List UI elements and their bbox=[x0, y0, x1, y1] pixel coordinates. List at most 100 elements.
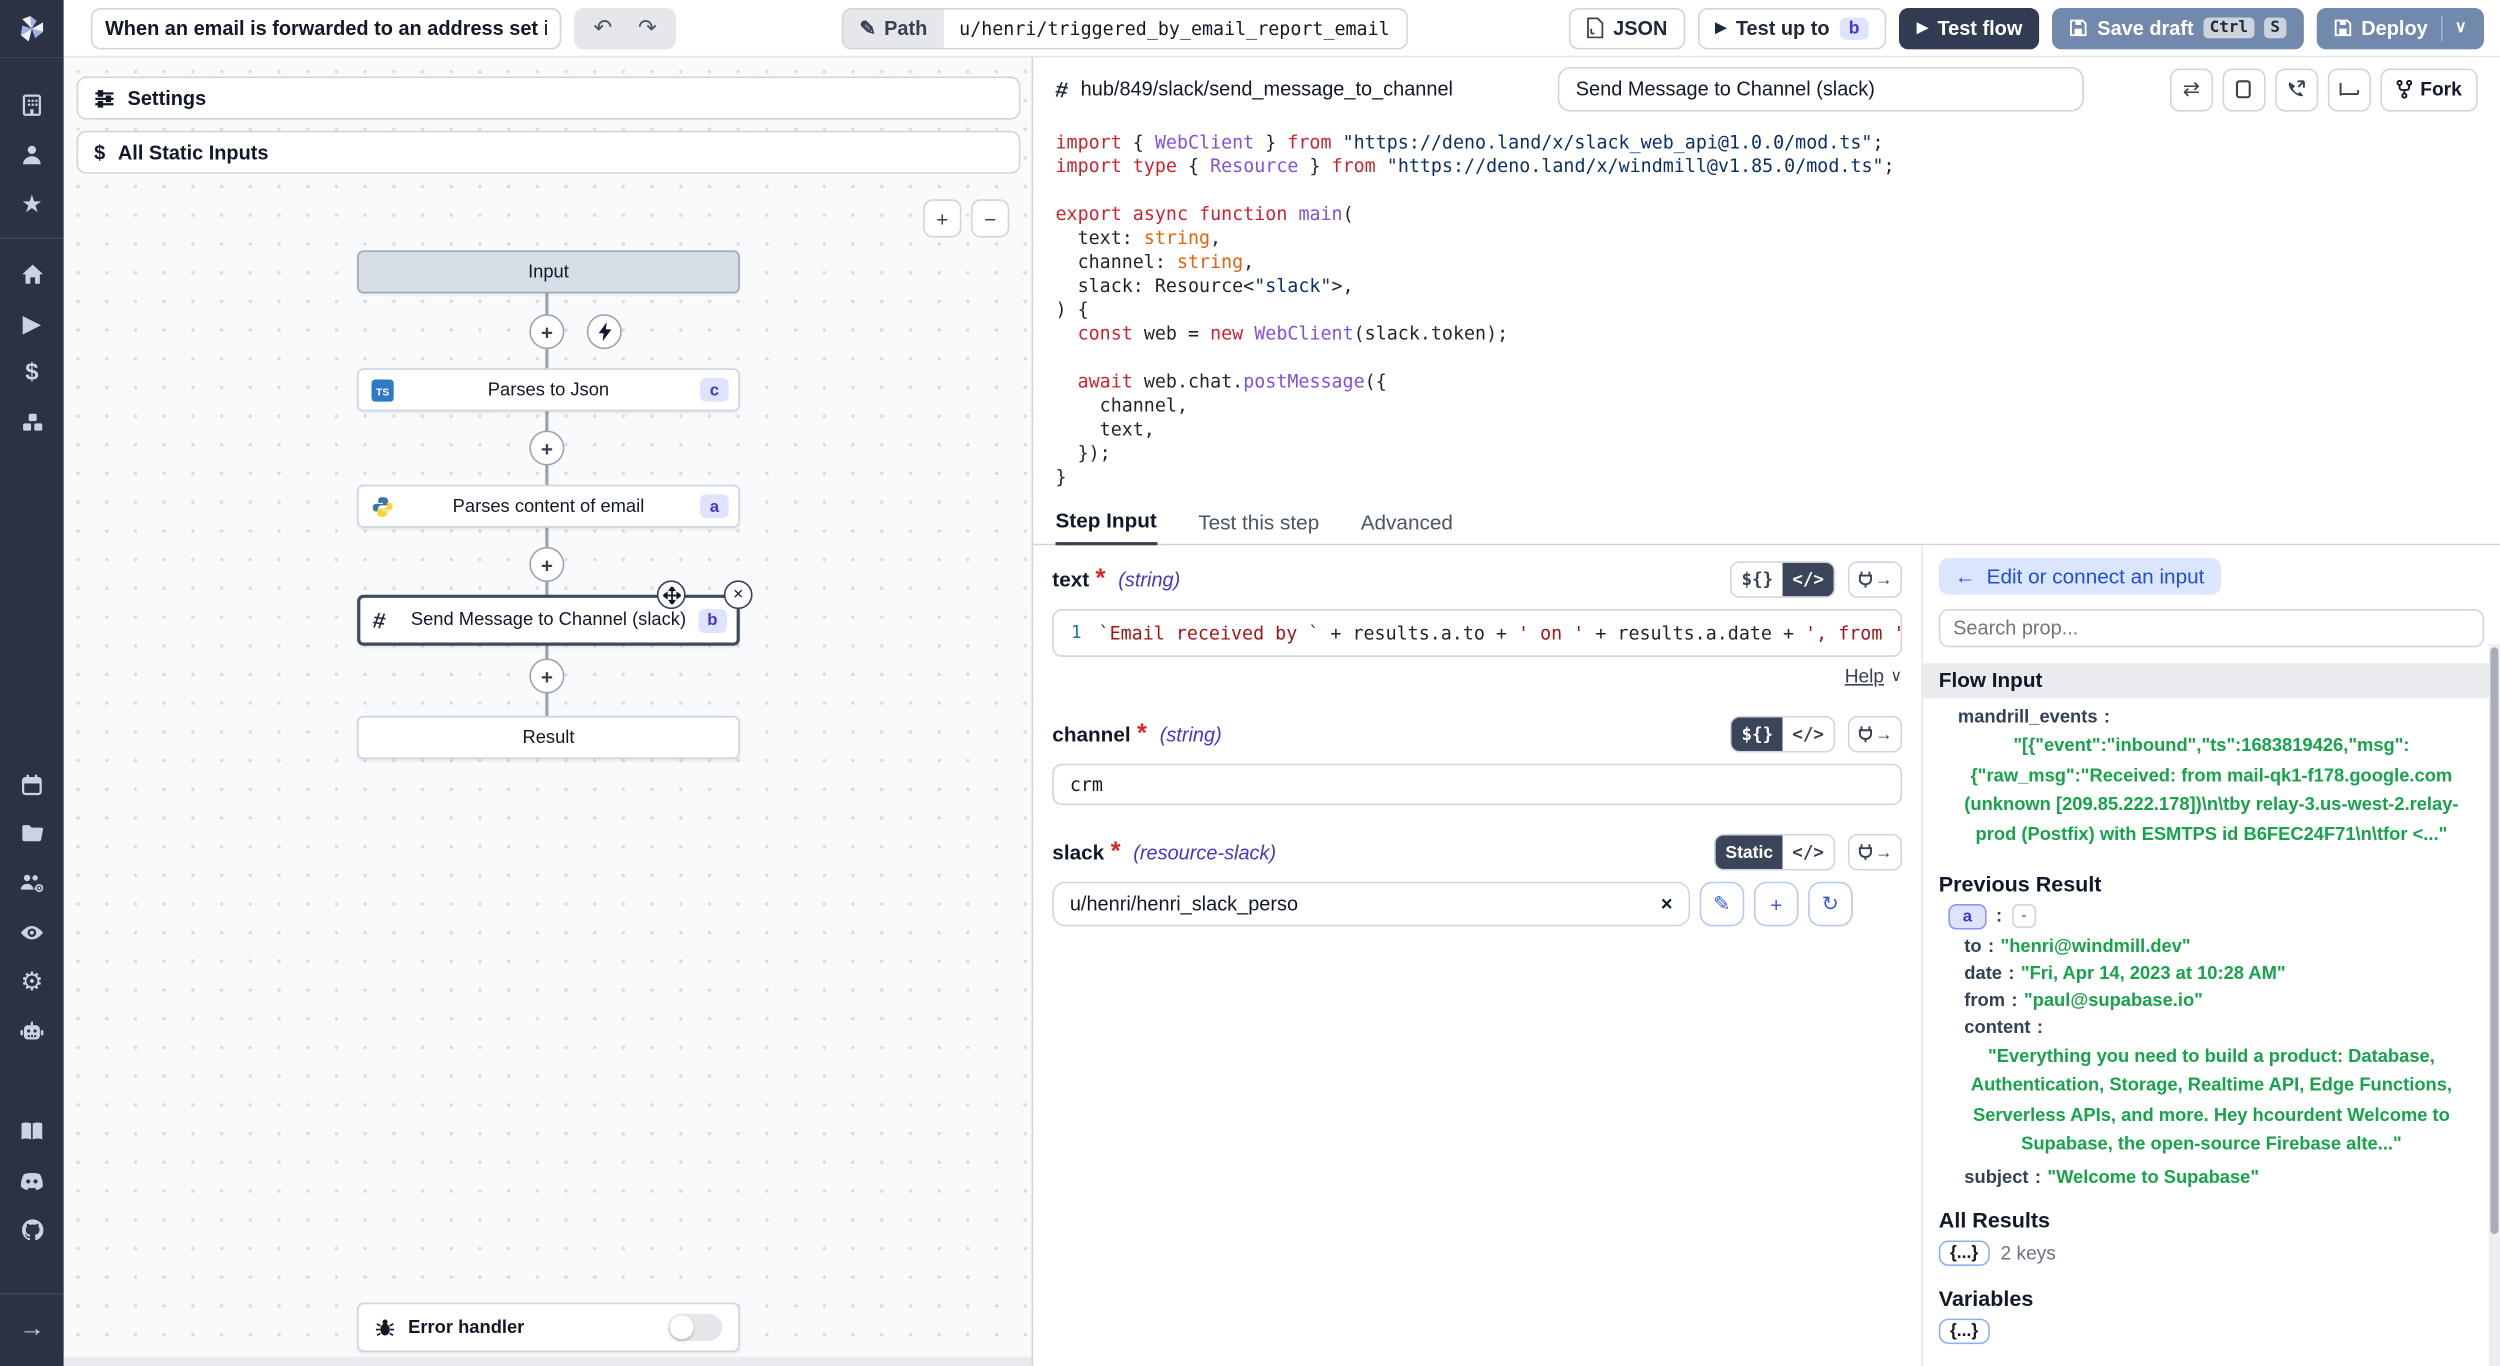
favorites-star-icon[interactable]: ★ bbox=[0, 179, 64, 228]
variables-dollar-icon[interactable]: $ bbox=[0, 348, 64, 397]
search-prop-input[interactable] bbox=[1939, 609, 2484, 647]
trigger-bolt-button[interactable] bbox=[587, 314, 622, 349]
github-icon[interactable] bbox=[0, 1205, 64, 1254]
step-tabs: Step Input Test this step Advanced bbox=[1033, 497, 2500, 545]
static-mode-button[interactable]: Static bbox=[1716, 835, 1783, 868]
save-draft-button[interactable]: Save draft CtrlS bbox=[2053, 7, 2304, 48]
discord-icon[interactable] bbox=[0, 1156, 64, 1205]
expand-object-button[interactable]: {...} bbox=[1939, 1319, 1990, 1345]
expand-sidebar-arrow-icon[interactable]: → bbox=[0, 1304, 64, 1353]
graph-zoom-controls: + − bbox=[923, 199, 1009, 237]
zoom-in-button[interactable]: + bbox=[923, 199, 961, 237]
clear-resource-button[interactable]: × bbox=[1661, 893, 1673, 915]
webhook-button[interactable] bbox=[2275, 68, 2318, 111]
undo-button[interactable]: ↶ bbox=[580, 14, 625, 41]
tab-step-input[interactable]: Step Input bbox=[1055, 509, 1156, 546]
fork-button[interactable]: Fork bbox=[2380, 68, 2477, 111]
connect-plug-button[interactable]: → bbox=[1848, 561, 1902, 598]
connect-plug-button[interactable]: → bbox=[1848, 716, 1902, 753]
refresh-resource-button[interactable]: ↻ bbox=[1808, 882, 1853, 927]
add-resource-button[interactable]: + bbox=[1754, 882, 1799, 927]
limits-button[interactable] bbox=[2328, 68, 2371, 111]
text-expression-editor[interactable]: 1 `Email received by ` + results.a.to + … bbox=[1052, 609, 1902, 657]
code-mode-button[interactable]: </> bbox=[1783, 717, 1834, 750]
workspace-icon[interactable] bbox=[0, 80, 64, 129]
flow-node-result[interactable]: Result bbox=[357, 716, 740, 759]
play-icon: ▶ bbox=[1917, 19, 1928, 37]
result-field-row[interactable]: subject:"Welcome to Supabase" bbox=[1939, 1169, 2484, 1188]
split-divider bbox=[2441, 15, 2443, 41]
code-editor[interactable]: import { WebClient } from "https://deno.… bbox=[1033, 121, 2500, 497]
all-static-inputs-button[interactable]: $ All Static Inputs bbox=[77, 131, 1021, 174]
flow-node-parses-to-json[interactable]: TS Parses to Json c bbox=[357, 368, 740, 411]
template-mode-button[interactable]: ${} bbox=[1732, 563, 1783, 596]
inspector-scrollbar-thumb[interactable] bbox=[2490, 647, 2498, 1234]
slack-field-header: slack* (resource-slack) Static </> → bbox=[1052, 834, 1902, 871]
windmill-logo[interactable] bbox=[0, 0, 64, 57]
add-step-button[interactable]: + bbox=[529, 658, 564, 693]
result-field-row[interactable]: date:"Fri, Apr 14, 2023 at 10:28 AM" bbox=[1939, 964, 2484, 983]
collapse-button[interactable]: - bbox=[2012, 904, 2036, 928]
mandrill-events-value[interactable]: "[{"event":"inbound","ts":1683819426,"ms… bbox=[1939, 732, 2484, 851]
flow-node-parses-content[interactable]: Parses content of email a bbox=[357, 485, 740, 528]
edit-resource-button[interactable]: ✎ bbox=[1700, 882, 1745, 927]
test-up-to-button[interactable]: ▶ Test up to b bbox=[1698, 7, 1887, 48]
test-flow-button[interactable]: ▶ Test flow bbox=[1899, 7, 2040, 48]
redo-button[interactable]: ↷ bbox=[625, 14, 670, 41]
delete-node-button[interactable]: × bbox=[724, 580, 753, 609]
content-value[interactable]: "Everything you need to build a product:… bbox=[1939, 1042, 2484, 1161]
result-field-row[interactable]: content: bbox=[1939, 1018, 2484, 1037]
move-node-button[interactable] bbox=[657, 580, 686, 609]
chevron-down-icon[interactable]: ∨ bbox=[1890, 667, 1902, 685]
channel-value-input[interactable] bbox=[1052, 764, 1902, 805]
settings-gear-icon[interactable]: ⚙ bbox=[0, 957, 64, 1006]
docs-book-icon[interactable] bbox=[0, 1107, 64, 1156]
step-id-badge: b bbox=[698, 608, 727, 632]
help-link[interactable]: Help bbox=[1845, 665, 1884, 687]
tab-advanced[interactable]: Advanced bbox=[1361, 510, 1453, 543]
template-mode-button[interactable]: ${} bbox=[1732, 717, 1783, 750]
flow-horizontal-scrollbar[interactable] bbox=[64, 1357, 1032, 1366]
step-summary-input[interactable] bbox=[1558, 67, 2084, 112]
add-step-button[interactable]: + bbox=[529, 547, 564, 582]
flow-input-key-row[interactable]: mandrill_events: bbox=[1939, 708, 2484, 727]
error-handler-node[interactable]: Error handler bbox=[357, 1303, 740, 1352]
flow-settings-button[interactable]: Settings bbox=[77, 77, 1021, 120]
audit-logs-eye-icon[interactable] bbox=[0, 907, 64, 956]
user-icon[interactable] bbox=[0, 129, 64, 178]
resources-cubes-icon[interactable] bbox=[0, 397, 64, 446]
result-key-badge[interactable]: a bbox=[1948, 903, 1986, 929]
tab-test-this-step[interactable]: Test this step bbox=[1198, 510, 1319, 543]
error-handler-toggle[interactable] bbox=[668, 1314, 722, 1341]
result-field-row[interactable]: from:"paul@supabase.io" bbox=[1939, 991, 2484, 1010]
slack-hash-icon: # bbox=[1054, 76, 1070, 103]
swap-arrows-button[interactable]: ⇄ bbox=[2170, 68, 2213, 111]
workers-robot-icon[interactable] bbox=[0, 1006, 64, 1055]
code-mode-button[interactable]: </> bbox=[1783, 563, 1834, 596]
deploy-button[interactable]: Deploy ∨ bbox=[2317, 7, 2484, 48]
code-mode-button[interactable]: </> bbox=[1783, 835, 1834, 868]
step-id-badge: c bbox=[700, 378, 728, 402]
connect-plug-button[interactable]: → bbox=[1848, 834, 1902, 871]
path-value[interactable]: u/henri/triggered_by_email_report_email bbox=[943, 9, 1405, 47]
zoom-out-button[interactable]: − bbox=[971, 199, 1009, 237]
resource-picker[interactable]: u/henri/henri_slack_perso × bbox=[1052, 882, 1690, 927]
chevron-down-icon[interactable]: ∨ bbox=[2455, 19, 2467, 37]
flow-title-input[interactable] bbox=[91, 7, 561, 48]
runs-play-icon[interactable]: ▶ bbox=[0, 298, 64, 347]
schedules-calendar-icon[interactable] bbox=[0, 759, 64, 808]
slack-mode-toggle: Static </> bbox=[1714, 834, 1835, 871]
path-field[interactable]: ✎Path u/henri/triggered_by_email_report_… bbox=[842, 7, 1407, 48]
add-step-button[interactable]: + bbox=[529, 430, 564, 465]
groups-users-gear-icon[interactable] bbox=[0, 858, 64, 907]
expand-square-button[interactable] bbox=[2223, 68, 2266, 111]
folders-icon[interactable] bbox=[0, 808, 64, 857]
result-field-row[interactable]: to:"henri@windmill.dev" bbox=[1939, 937, 2484, 956]
edit-or-connect-button[interactable]: ← Edit or connect an input bbox=[1939, 558, 2221, 595]
home-icon[interactable] bbox=[0, 249, 64, 298]
help-row: Help ∨ bbox=[1052, 665, 1902, 687]
flow-node-input[interactable]: Input bbox=[357, 250, 740, 293]
add-step-button[interactable]: + bbox=[529, 314, 564, 349]
expand-object-button[interactable]: {...} bbox=[1939, 1240, 1990, 1266]
json-button[interactable]: JSON bbox=[1568, 7, 1684, 48]
